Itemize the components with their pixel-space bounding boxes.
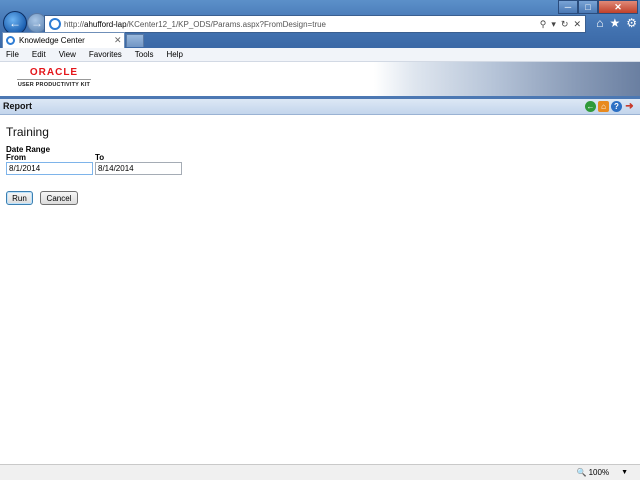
maximize-button[interactable]: □ (578, 0, 598, 14)
close-window-button[interactable]: ✕ (598, 0, 638, 14)
page-title: Training (6, 125, 49, 139)
browser-chrome: ← → http://ahufford-lap/KCenter12_1/KP_O… (0, 0, 640, 48)
zoom-control[interactable]: 🔍 100% ▼ (577, 468, 628, 477)
logo-subtitle: USER PRODUCTIVITY KIT (17, 82, 91, 88)
oracle-upk-logo: ORACLE USER PRODUCTIVITY KIT (17, 68, 91, 88)
dropdown-icon[interactable]: ▾ (551, 19, 556, 30)
gear-icon[interactable]: ⚙ (626, 16, 637, 30)
address-text[interactable]: http://ahufford-lap/KCenter12_1/KP_ODS/P… (64, 20, 540, 29)
minimize-button[interactable]: ─ (558, 0, 578, 14)
to-label: To (95, 153, 105, 162)
menu-edit[interactable]: Edit (32, 50, 46, 59)
arrow-left-icon: ← (9, 16, 21, 30)
banner-gradient (374, 62, 640, 96)
window-controls: ─ □ ✕ (558, 0, 638, 14)
browser-tab[interactable]: Knowledge Center ✕ (2, 32, 125, 48)
to-date-input[interactable] (95, 162, 182, 175)
help-icon[interactable]: ? (611, 101, 622, 112)
zoom-level: 100% (588, 468, 610, 477)
logo-wordmark: ORACLE (17, 68, 91, 80)
search-icon[interactable]: ⚲ (540, 19, 547, 30)
report-title-bar: Report ← ⌂ ? ➜ (0, 99, 640, 115)
back-arrow-icon[interactable]: ← (585, 101, 596, 112)
cancel-button[interactable]: Cancel (40, 191, 78, 205)
menu-help[interactable]: Help (166, 50, 182, 59)
home-icon[interactable]: ⌂ (598, 101, 609, 112)
browser-toolbar-icons: ⌂ ★ ⚙ (596, 16, 637, 30)
menu-favorites[interactable]: Favorites (89, 50, 122, 59)
home-icon[interactable]: ⌂ (596, 16, 603, 30)
address-bar[interactable]: http://ahufford-lap/KCenter12_1/KP_ODS/P… (44, 15, 586, 33)
exit-icon[interactable]: ➜ (624, 101, 635, 112)
close-tab-icon[interactable]: ✕ (114, 35, 124, 46)
ie-tab-icon (6, 36, 15, 45)
favorites-star-icon[interactable]: ★ (609, 16, 620, 30)
from-label: From (6, 153, 26, 162)
zoom-icon: 🔍 (576, 468, 587, 477)
menu-view[interactable]: View (59, 50, 76, 59)
page-banner (0, 62, 640, 96)
menu-tools[interactable]: Tools (135, 50, 154, 59)
ie-page-icon (49, 18, 61, 30)
menu-bar: File Edit View Favorites Tools Help (0, 48, 640, 62)
refresh-icon[interactable]: ↻ (561, 19, 569, 30)
tab-label: Knowledge Center (19, 36, 85, 45)
menu-file[interactable]: File (6, 50, 19, 59)
arrow-right-icon: → (31, 16, 43, 30)
run-button[interactable]: Run (6, 191, 33, 205)
stop-icon[interactable]: ✕ (573, 19, 581, 30)
new-tab-button[interactable] (126, 34, 144, 47)
report-heading: Report (3, 101, 32, 111)
chevron-down-icon[interactable]: ▼ (621, 469, 628, 476)
status-bar: 🔍 100% ▼ (0, 464, 640, 480)
from-date-input[interactable] (6, 162, 93, 175)
